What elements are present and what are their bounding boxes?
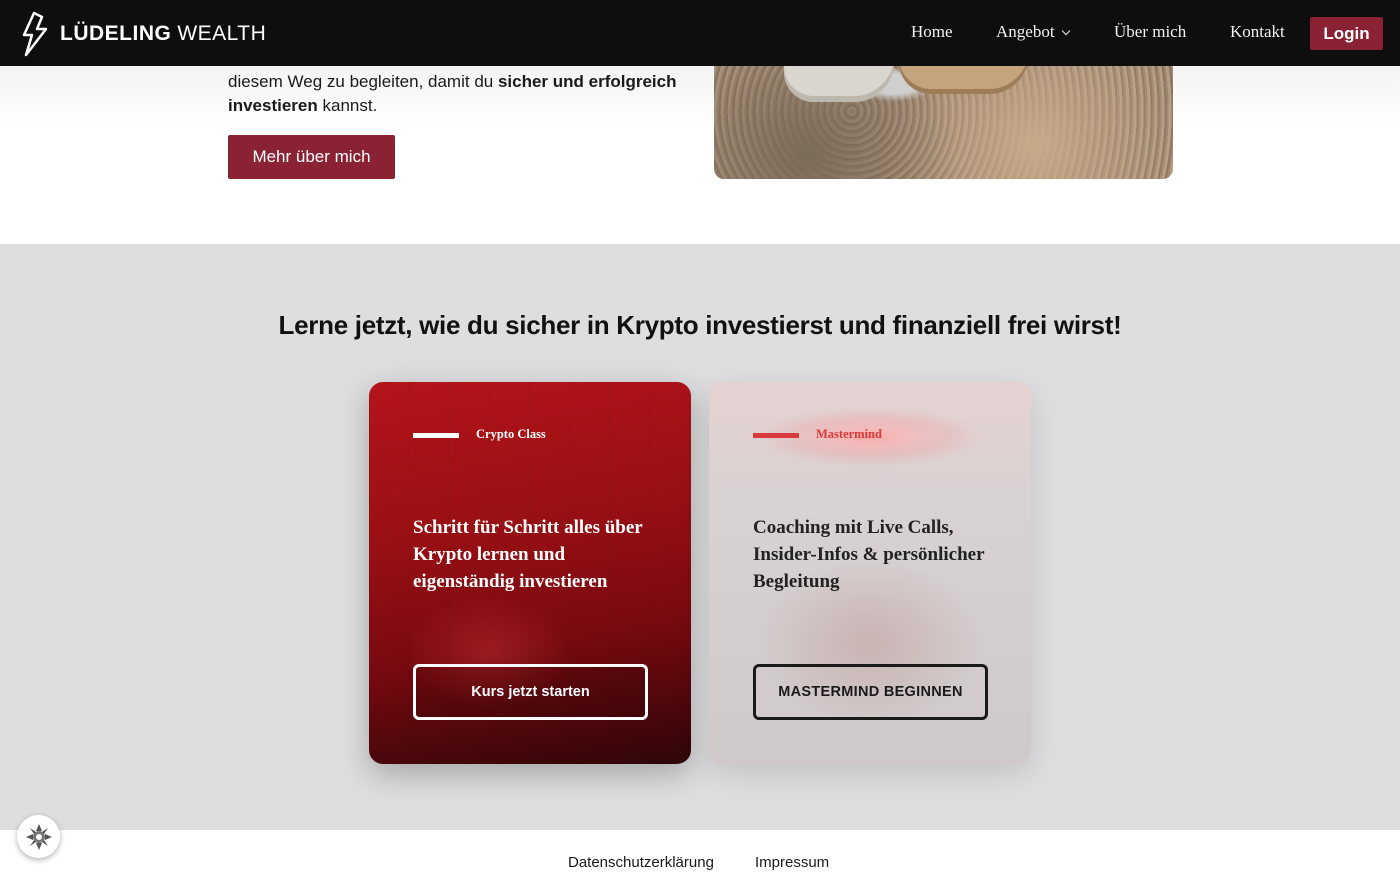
card-description: Coaching mit Live Calls, Insider-Infos &… [753,517,985,592]
login-button[interactable]: Login [1310,17,1383,50]
card-accent-bar [753,433,799,438]
brand-logo[interactable]: LÜDELING WEALTH [20,10,266,58]
nav-home[interactable]: Home [911,22,953,42]
site-header: LÜDELING WEALTH Home Angebot Über mich K… [0,0,1400,66]
sneakers-on-rock-photo [714,66,1173,179]
nav-offer[interactable]: Angebot [996,22,1070,42]
card-tag: Mastermind [816,427,882,441]
nav-contact[interactable]: Kontakt [1230,22,1285,42]
privacy-link[interactable]: Datenschutzerklärung [568,854,714,871]
card-description: Schritt für Schritt alles über Krypto le… [413,517,643,592]
intro-text: diesem Weg zu begleiten, damit du sicher… [228,70,698,118]
about-me-button[interactable]: Mehr über mich [228,135,395,179]
start-course-button[interactable]: Kurs jetzt starten [413,664,648,720]
chevron-down-icon [1061,26,1070,36]
brand-name-light: WEALTH [177,22,267,45]
card-accent-bar [413,433,459,438]
mastermind-card: Mastermind Coaching mit Live Calls, Insi… [709,382,1031,764]
brand-name-bold: LÜDELING [60,22,172,45]
intro-text-bold-2: investieren [228,96,318,115]
start-mastermind-button[interactable]: MASTERMIND BEGINNEN [753,664,988,720]
sneaker-shape-2 [899,66,1029,94]
nav-about[interactable]: Über mich [1114,22,1186,42]
intro-text-bold: sicher und erfolgreich [497,72,677,91]
card-tag: Crypto Class [476,427,546,441]
crypto-class-card: Crypto Class Schritt für Schritt alles ü… [369,382,691,764]
offers-heading: Lerne jetzt, wie du sicher in Krypto inv… [278,310,1122,340]
header-shadow [0,66,1400,126]
intro-text-part: diesem Weg zu begleiten, damit du [228,72,498,91]
intro-text-end: kannst. [317,96,378,115]
imprint-link[interactable]: Impressum [755,854,829,871]
nav-offer-label: Angebot [996,22,1055,41]
lightning-logo-icon [22,11,48,57]
cookie-settings-icon [25,823,52,850]
cookie-settings-button[interactable] [17,815,60,858]
sneaker-shape [784,66,894,102]
